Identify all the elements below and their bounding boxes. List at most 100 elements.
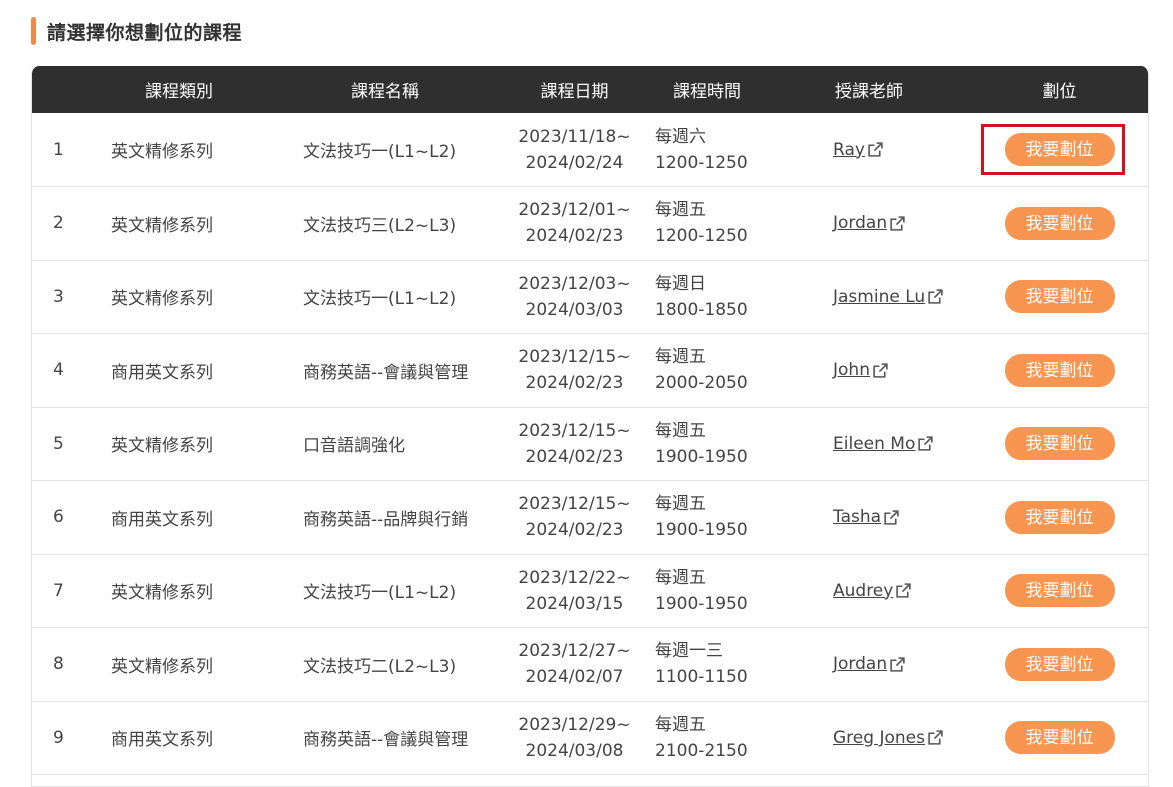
course-weekday: 每週六 <box>655 126 706 147</box>
course-table: 課程類別 課程名稱 課程日期 課程時間 授課老師 劃位 1 英文精修系列 文法技巧一… <box>32 66 1148 775</box>
external-link-icon <box>890 216 905 231</box>
date-start: 2023/12/15~ <box>518 420 631 441</box>
reserve-cell: 我要劃位 <box>971 260 1148 334</box>
row-index: 7 <box>53 580 64 601</box>
reserve-button[interactable]: 我要劃位 <box>1004 427 1115 461</box>
reserve-cell: 我要劃位 <box>971 554 1148 628</box>
reserve-button[interactable]: 我要劃位 <box>1004 574 1115 608</box>
teacher-link[interactable]: Ray <box>833 140 884 160</box>
teacher-link[interactable]: Jordan <box>833 654 906 674</box>
teacher-link[interactable]: Audrey <box>833 581 912 601</box>
teacher-name: Jordan <box>833 213 888 234</box>
course-time: 每週六 1200-1250 <box>645 113 793 187</box>
row-index: 1 <box>53 139 64 160</box>
date-start: 2023/11/18~ <box>518 126 631 147</box>
heading-accent-bar <box>31 17 36 45</box>
date-end: 2024/02/23 <box>525 520 624 541</box>
reserve-cell: 我要劃位 <box>971 407 1148 481</box>
reserve-button[interactable]: 我要劃位 <box>1004 280 1115 314</box>
teacher-link[interactable]: Greg Jones <box>833 728 944 748</box>
row-index: 8 <box>53 654 64 675</box>
course-category: 英文精修系列 <box>111 656 213 677</box>
table-header-row: 課程類別 課程名稱 課程日期 課程時間 授課老師 劃位 <box>32 66 1148 113</box>
course-name: 商務英語--會議與管理 <box>303 362 469 383</box>
date-start: 2023/12/22~ <box>518 567 631 588</box>
reserve-button[interactable]: 我要劃位 <box>1004 647 1115 681</box>
header-course-date: 課程日期 <box>540 82 609 102</box>
course-time-range: 1100-1150 <box>655 667 748 688</box>
course-weekday: 每週一三 <box>655 641 723 662</box>
external-link-icon <box>873 363 888 378</box>
course-category: 英文精修系列 <box>111 215 213 236</box>
table-row: 6 商用英文系列 商務英語--品牌與行銷 2023/12/15~ 2024/02/23 每… <box>32 481 1148 555</box>
external-link-icon <box>884 510 899 525</box>
page-title: 請選擇你想劃位的課程 <box>47 21 243 44</box>
teacher-link[interactable]: Jasmine Lu <box>833 287 944 307</box>
section-heading: 請選擇你想劃位的課程 <box>31 16 242 46</box>
teacher-name: Audrey <box>833 580 894 601</box>
course-weekday: 每週日 <box>655 273 706 294</box>
course-time: 每週五 1900-1950 <box>645 554 793 628</box>
external-link-icon <box>896 583 912 598</box>
table-row: 2 英文精修系列 文法技巧三(L2~L3) 2023/12/01~ 2024/02/23… <box>32 187 1148 261</box>
teacher-cell: Eileen Mo <box>793 407 971 481</box>
teacher-link[interactable]: Eileen Mo <box>833 434 934 454</box>
course-time: 每週五 1200-1250 <box>645 187 793 261</box>
course-time-range: 1900-1950 <box>655 520 748 541</box>
course-category: 英文精修系列 <box>111 289 213 310</box>
external-link-icon <box>868 142 883 157</box>
header-course-time: 課程時間 <box>673 82 741 102</box>
teacher-link[interactable]: Tasha <box>833 507 900 527</box>
teacher-cell: Tasha <box>793 481 971 555</box>
course-time: 每週五 2000-2050 <box>645 334 793 408</box>
reserve-button[interactable]: 我要劃位 <box>1004 133 1115 166</box>
row-index: 9 <box>53 727 64 748</box>
header-reserve: 劃位 <box>1042 82 1077 102</box>
date-start: 2023/12/27~ <box>518 641 631 662</box>
course-time-range: 1200-1250 <box>655 152 748 173</box>
course-time: 每週五 2100-2150 <box>645 701 793 775</box>
course-weekday: 每週五 <box>655 567 706 588</box>
reserve-button[interactable]: 我要劃位 <box>1004 206 1115 240</box>
course-weekday: 每週五 <box>655 494 706 515</box>
reserve-button[interactable]: 我要劃位 <box>1004 721 1115 755</box>
reserve-cell: 我要劃位 <box>971 113 1148 187</box>
date-end: 2024/03/08 <box>525 740 624 761</box>
teacher-name: John <box>833 360 870 381</box>
teacher-link[interactable]: John <box>833 360 889 380</box>
teacher-cell: John <box>793 334 971 408</box>
row-index: 2 <box>53 213 64 234</box>
reserve-button[interactable]: 我要劃位 <box>1004 500 1115 534</box>
course-weekday: 每週五 <box>655 347 706 368</box>
date-end: 2024/02/23 <box>525 446 624 467</box>
course-name: 文法技巧一(L1~L2) <box>303 583 457 604</box>
date-start: 2023/12/01~ <box>518 200 631 221</box>
teacher-name: Ray <box>833 139 865 160</box>
course-table-container: 課程類別 課程名稱 課程日期 課程時間 授課老師 劃位 1 英文精修系列 文法技巧一… <box>31 66 1149 787</box>
reserve-cell: 我要劃位 <box>971 628 1148 702</box>
course-category: 商用英文系列 <box>111 362 213 383</box>
teacher-cell: Ray <box>793 113 971 187</box>
teacher-name: Greg Jones <box>833 727 925 748</box>
teacher-link[interactable]: Jordan <box>833 213 906 233</box>
header-course-name: 課程名稱 <box>351 82 419 102</box>
reserve-cell: 我要劃位 <box>971 701 1148 775</box>
course-time-range: 2000-2050 <box>655 373 748 394</box>
course-name: 文法技巧一(L1~L2) <box>303 289 457 310</box>
row-index: 4 <box>53 360 64 381</box>
course-weekday: 每週五 <box>655 420 706 441</box>
course-date: 2023/12/03~ 2024/03/03 <box>504 260 645 334</box>
date-end: 2024/02/24 <box>525 152 624 173</box>
course-date: 2023/12/15~ 2024/02/23 <box>504 407 645 481</box>
date-end: 2024/02/07 <box>525 667 624 688</box>
header-index <box>32 66 111 113</box>
teacher-cell: Greg Jones <box>793 701 971 775</box>
course-category: 商用英文系列 <box>111 509 213 530</box>
course-time-range: 1900-1950 <box>655 593 748 614</box>
external-link-icon <box>918 436 934 451</box>
reserve-button[interactable]: 我要劃位 <box>1004 353 1115 387</box>
teacher-cell: Jasmine Lu <box>793 260 971 334</box>
date-start: 2023/12/15~ <box>518 494 631 515</box>
course-name: 口音語調強化 <box>303 436 405 457</box>
course-date: 2023/12/15~ 2024/02/23 <box>504 334 645 408</box>
